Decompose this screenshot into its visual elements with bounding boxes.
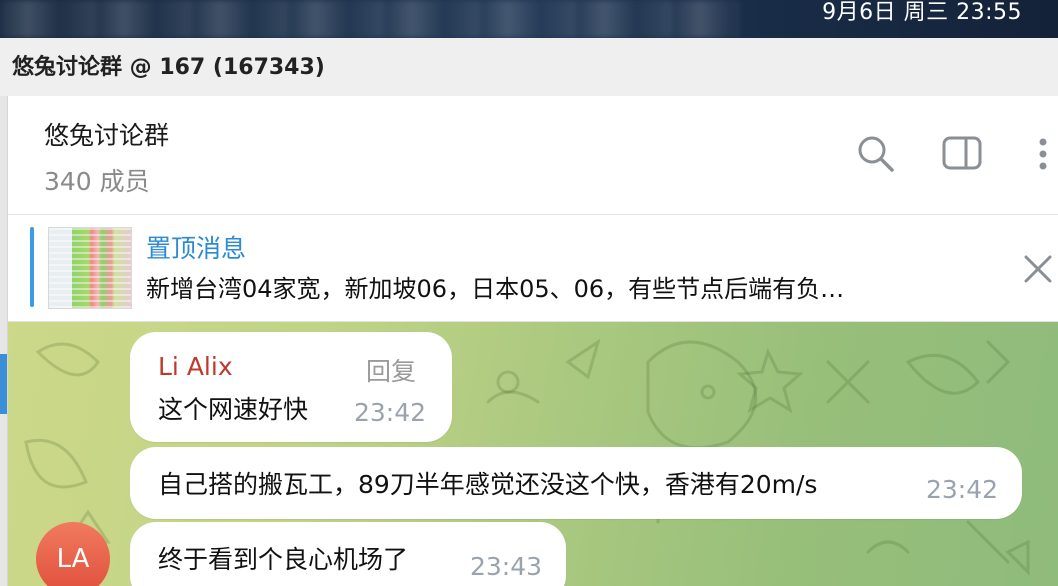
pinned-text: 新增台湾04家宽，新加坡06，日本05、06，有些节点后端有负… <box>146 275 845 303</box>
system-menu-bar: 9月6日 周三 23:55 <box>0 0 1058 38</box>
message-time: 23:42 <box>926 475 999 504</box>
pinned-accent-bar <box>30 227 34 307</box>
reply-button[interactable]: 回复 <box>366 352 416 388</box>
sidebar-toggle-icon <box>942 136 982 170</box>
close-pinned-button[interactable] <box>1020 251 1056 287</box>
window-title: 悠兔讨论群 @ 167 (167343) <box>12 55 325 80</box>
avatar[interactable]: LA <box>36 522 110 586</box>
message-time: 23:42 <box>354 398 427 427</box>
message-text: 自己搭的搬瓦工，89刀半年感觉还没这个快，香港有20m/s <box>158 470 818 499</box>
member-count: 340 成员 <box>44 167 150 196</box>
blurred-menu-items <box>0 0 740 38</box>
message-bubble[interactable]: 自己搭的搬瓦工，89刀半年感觉还没这个快，香港有20m/s 23:42 <box>130 447 1022 519</box>
more-vertical-icon <box>1039 138 1047 170</box>
message-time: 23:43 <box>470 552 543 581</box>
window-title-bar: 悠兔讨论群 @ 167 (167343) <box>0 38 1058 97</box>
app-root: 9月6日 周三 23:55 悠兔讨论群 @ 167 (167343) 悠兔讨论群… <box>0 0 1058 586</box>
search-icon <box>858 136 894 172</box>
message-bubble[interactable]: 终于看到个良心机场了 23:43 <box>130 522 566 586</box>
more-button[interactable] <box>1032 132 1058 176</box>
search-button[interactable] <box>854 132 898 176</box>
chat-header[interactable]: 悠兔讨论群 340 成员 <box>8 96 1058 215</box>
sidebar-toggle-button[interactable] <box>940 132 984 176</box>
pinned-message-bar[interactable]: 置顶消息 新增台湾04家宽，新加坡06，日本05、06，有些节点后端有负… <box>8 215 1058 322</box>
chat-name[interactable]: 悠兔讨论群 <box>44 116 169 152</box>
chat-list-edge[interactable] <box>0 96 8 586</box>
message-text: 终于看到个良心机场了 <box>158 545 409 574</box>
message-area[interactable]: Li Alix 回复 这个网速好快 23:42 自己搭的搬瓦工，89刀半年感觉还… <box>8 322 1058 586</box>
message-sender[interactable]: Li Alix <box>158 352 233 381</box>
pinned-title: 置顶消息 <box>146 234 247 263</box>
message-bubble[interactable]: Li Alix 回复 这个网速好快 23:42 <box>130 332 452 442</box>
pinned-thumbnail <box>48 227 132 309</box>
menu-bar-clock[interactable]: 9月6日 周三 23:55 <box>822 0 1022 26</box>
message-text: 这个网速好快 <box>158 395 309 424</box>
close-icon <box>1024 255 1052 283</box>
active-chat-indicator <box>0 354 7 414</box>
